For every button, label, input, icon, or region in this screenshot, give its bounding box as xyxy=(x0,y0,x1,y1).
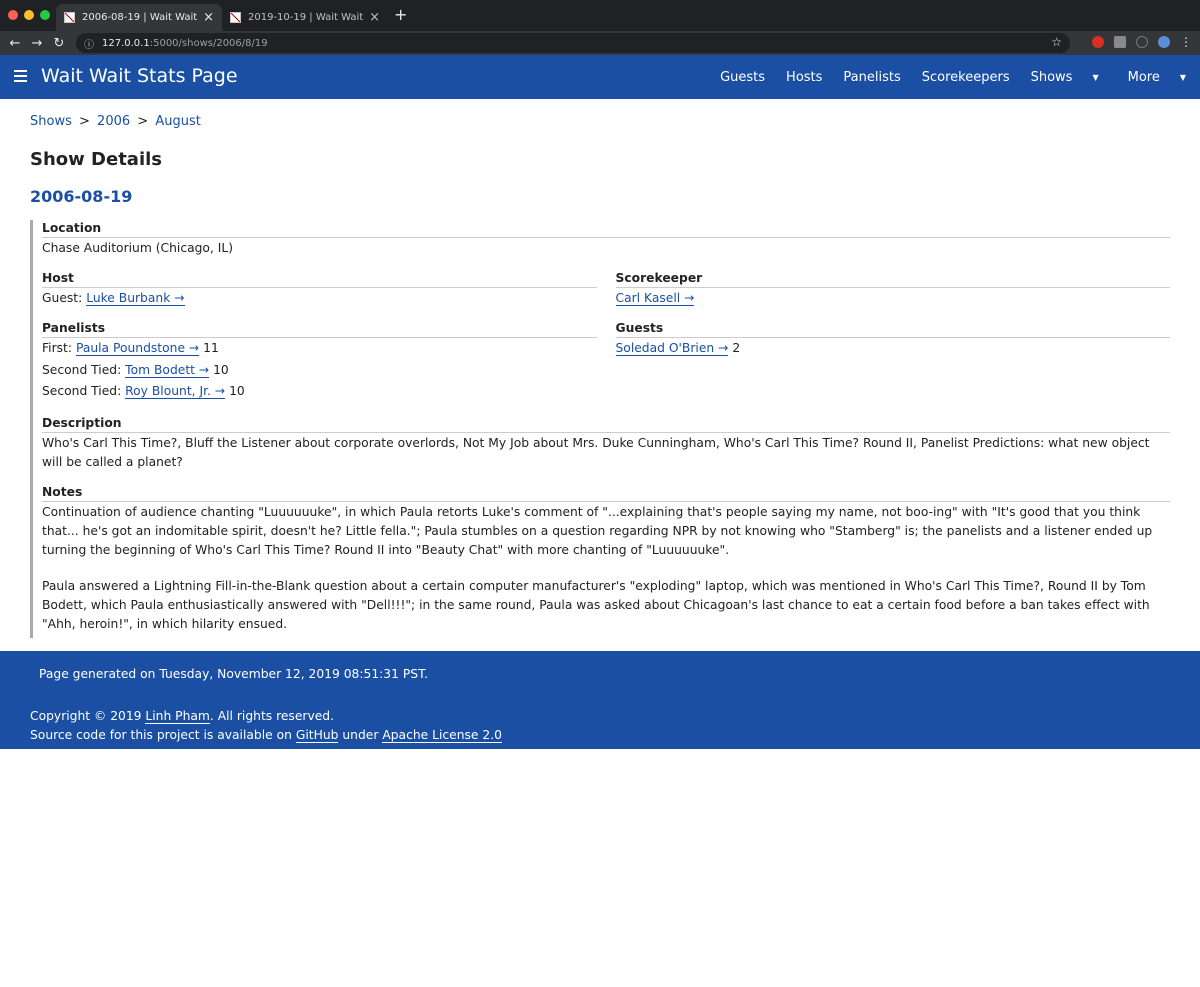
profile-avatar-icon[interactable] xyxy=(1158,36,1170,48)
breadcrumb-year[interactable]: 2006 xyxy=(97,114,130,129)
panelist-link[interactable]: Tom Bodett → xyxy=(125,362,210,378)
main-content: Shows > 2006 > August Show Details 2006-… xyxy=(0,114,1200,638)
panelist-link[interactable]: Paula Poundstone → xyxy=(75,341,200,356)
browser-tab-inactive[interactable]: 2019-10-19 | Wait Wait Don't T × xyxy=(222,4,388,31)
app-navbar: Wait Wait Stats Page Guests Hosts Paneli… xyxy=(0,55,1200,99)
address-bar[interactable]: ⓘ 127.0.0.1:5000/shows/2006/8/19 ☆ xyxy=(76,33,1070,53)
window-controls xyxy=(8,10,50,20)
hamburger-menu-icon[interactable] xyxy=(14,70,27,85)
show-details: Location Chase Auditorium (Chicago, IL) … xyxy=(30,220,1170,638)
tab-title: 2019-10-19 | Wait Wait Don't T xyxy=(248,12,365,23)
guest-row: Soledad O'Brien → 2 xyxy=(615,338,1171,360)
panelist-link[interactable]: Roy Blount, Jr. → xyxy=(125,384,226,399)
guest-link[interactable]: Soledad O'Brien → xyxy=(615,341,729,356)
panelist-score: 10 xyxy=(229,384,245,398)
close-window-button[interactable] xyxy=(8,10,18,20)
scorekeeper-link[interactable]: Carl Kasell → xyxy=(615,291,695,306)
reload-icon[interactable]: ↻ xyxy=(48,36,70,51)
info-extension-icon[interactable] xyxy=(1136,36,1148,48)
close-tab-icon[interactable]: × xyxy=(369,10,380,25)
generated-timestamp: Page generated on Tuesday, November 12, … xyxy=(39,667,429,681)
extensions-area: ⋮ xyxy=(1092,35,1192,49)
description-block: Description Who's Carl This Time?, Bluff… xyxy=(42,415,1170,472)
host-heading: Host xyxy=(42,270,597,288)
host-prefix: Guest: xyxy=(42,291,83,305)
location-block: Location Chase Auditorium (Chicago, IL) xyxy=(42,220,1170,258)
guests-block: Guests Soledad O'Brien → 2 xyxy=(615,320,1171,403)
description-text: Who's Carl This Time?, Bluff the Listene… xyxy=(42,435,1150,469)
adblock-extension-icon[interactable] xyxy=(1092,36,1104,48)
nav-panelists[interactable]: Panelists xyxy=(843,70,900,85)
favicon-icon xyxy=(64,12,75,23)
back-icon[interactable]: ← xyxy=(4,36,26,51)
nav-shows[interactable]: Shows xyxy=(1031,70,1073,85)
browser-toolbar: ← → ↻ ⓘ 127.0.0.1:5000/shows/2006/8/19 ☆… xyxy=(0,31,1200,55)
breadcrumb-month[interactable]: August xyxy=(155,114,201,129)
nav-links: Guests Hosts Panelists Scorekeepers Show… xyxy=(699,55,1186,99)
site-brand[interactable]: Wait Wait Stats Page xyxy=(41,65,238,87)
url-text: 127.0.0.1:5000/shows/2006/8/19 xyxy=(102,37,268,49)
notes-paragraph-2: Paula answered a Lightning Fill-in-the-B… xyxy=(42,578,1150,631)
browser-tab-strip: 2006-08-19 | Wait Wait Don't × 2019-10-1… xyxy=(0,0,1200,31)
panelist-score: 10 xyxy=(213,362,229,377)
more-dropdown-caret-icon[interactable]: ▼ xyxy=(1180,73,1186,82)
panelist-row: Second Tied: Roy Blount, Jr. → 10 xyxy=(42,384,245,399)
favicon-icon xyxy=(230,12,241,23)
page-footer: Page generated on Tuesday, November 12, … xyxy=(0,651,1200,749)
notes-block: Notes Continuation of audience chanting … xyxy=(42,484,1170,634)
nav-more[interactable]: More xyxy=(1128,70,1160,85)
github-link[interactable]: GitHub xyxy=(295,728,339,743)
copyright: Copyright © 2019 Linh Pham. All rights r… xyxy=(30,709,502,743)
breadcrumb: Shows > 2006 > August xyxy=(30,114,1170,129)
nav-guests[interactable]: Guests xyxy=(720,70,765,85)
scorekeeper-block: Scorekeeper Carl Kasell → xyxy=(615,270,1170,308)
tab-title: 2006-08-19 | Wait Wait Don't xyxy=(82,12,199,23)
author-link[interactable]: Linh Pham xyxy=(145,709,210,724)
host-link[interactable]: Luke Burbank → xyxy=(86,291,185,306)
host-block: Host Guest: Luke Burbank → xyxy=(42,270,597,308)
description-heading: Description xyxy=(42,415,1170,433)
notes-paragraph-1: Continuation of audience chanting "Luuuu… xyxy=(42,504,1153,557)
license-link[interactable]: Apache License 2.0 xyxy=(382,728,502,743)
notes-heading: Notes xyxy=(42,484,1170,502)
browser-menu-icon[interactable]: ⋮ xyxy=(1180,35,1192,49)
camera-extension-icon[interactable] xyxy=(1114,36,1126,48)
maximize-window-button[interactable] xyxy=(40,10,50,20)
nav-scorekeepers[interactable]: Scorekeepers xyxy=(922,70,1010,85)
panelist-row: First: Paula Poundstone → 11 xyxy=(42,341,219,356)
show-date-heading: 2006-08-19 xyxy=(30,187,133,206)
forward-icon[interactable]: → xyxy=(26,36,48,51)
panelists-block: Panelists First: Paula Poundstone → 11 S… xyxy=(42,320,597,403)
panelists-heading: Panelists xyxy=(42,320,597,338)
breadcrumb-shows[interactable]: Shows xyxy=(30,114,72,129)
page-title: Show Details xyxy=(30,149,162,170)
nav-hosts[interactable]: Hosts xyxy=(786,70,822,85)
bookmark-star-icon[interactable]: ☆ xyxy=(1051,35,1062,49)
scorekeeper-heading: Scorekeeper xyxy=(615,270,1170,288)
info-icon[interactable]: ⓘ xyxy=(84,36,94,51)
panelist-score: 11 xyxy=(203,341,219,355)
minimize-window-button[interactable] xyxy=(24,10,34,20)
location-heading: Location xyxy=(42,220,1170,238)
close-tab-icon[interactable]: × xyxy=(203,10,214,25)
browser-tab-active[interactable]: 2006-08-19 | Wait Wait Don't × xyxy=(56,4,222,31)
guest-score: 2 xyxy=(732,341,741,355)
new-tab-button[interactable]: + xyxy=(394,5,407,24)
location-value: Chase Auditorium (Chicago, IL) xyxy=(42,241,234,255)
breadcrumb-separator: > xyxy=(79,114,90,129)
shows-dropdown-caret-icon[interactable]: ▼ xyxy=(1092,73,1098,82)
breadcrumb-separator: > xyxy=(137,114,149,129)
guests-heading: Guests xyxy=(615,320,1170,338)
panelist-row: Second Tied: Tom Bodett → 10 xyxy=(42,362,229,378)
